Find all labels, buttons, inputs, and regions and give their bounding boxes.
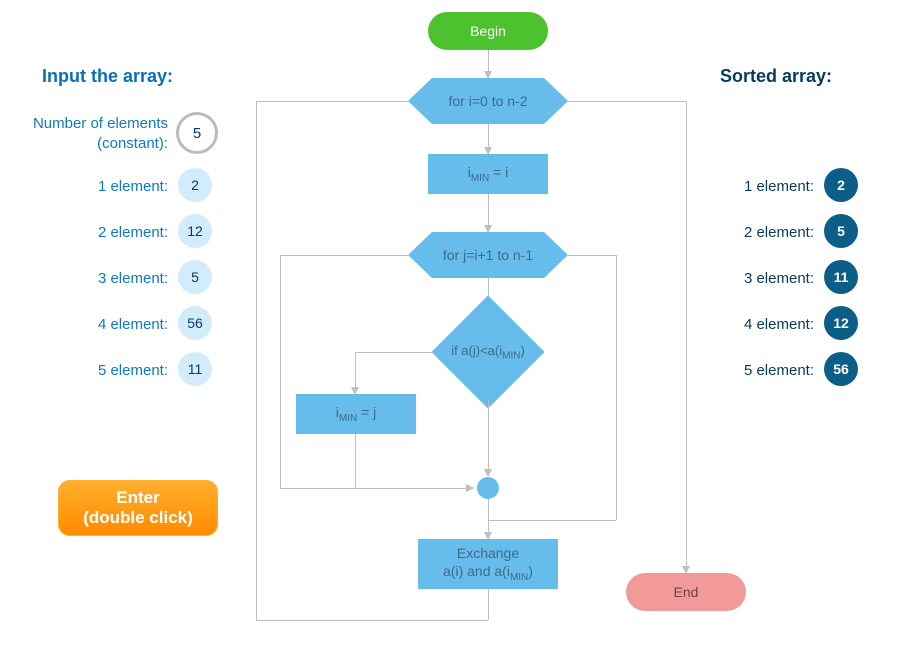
arrow-outer-to-init xyxy=(488,124,489,154)
edge-inner-back-h2 xyxy=(488,520,616,521)
init-min-label: iMIN = i xyxy=(468,164,509,184)
constant-label: Number of elements (constant): xyxy=(20,114,168,155)
edge-cond-true-v xyxy=(355,352,356,394)
input-value-3[interactable]: 5 xyxy=(178,260,212,294)
sorted-label-1: 1 element: xyxy=(716,178,814,195)
sorted-label-4: 4 element: xyxy=(716,316,814,333)
input-value-3-text: 5 xyxy=(191,269,199,285)
input-label-3: 3 element: xyxy=(70,270,168,287)
sorted-label-3: 3 element: xyxy=(716,270,814,287)
sorted-array-title: Sorted array: xyxy=(720,66,832,87)
outer-loop-node: for i=0 to n-2 xyxy=(408,78,568,124)
connector-node xyxy=(477,477,499,499)
update-min-label: iMIN = j xyxy=(336,404,377,424)
constant-value-text: 5 xyxy=(193,125,201,142)
init-min-node: iMIN = i xyxy=(428,154,548,194)
exchange-line1: Exchange xyxy=(457,544,519,562)
input-value-1-text: 2 xyxy=(191,177,199,193)
input-value-2[interactable]: 12 xyxy=(178,214,212,248)
input-value-4-text: 56 xyxy=(187,315,203,331)
enter-button-line1: Enter xyxy=(116,488,159,508)
update-min-node: iMIN = j xyxy=(296,394,416,434)
sorted-value-1-text: 2 xyxy=(837,177,845,193)
sorted-value-5-text: 56 xyxy=(833,361,849,377)
sorted-value-1: 2 xyxy=(824,168,858,202)
condition-label: if a(j)<a(iMIN) xyxy=(451,343,525,362)
sorted-value-3: 11 xyxy=(824,260,858,294)
inner-loop-label: for j=i+1 to n-1 xyxy=(443,247,533,263)
exchange-node: Exchange a(i) and a(iMIN) xyxy=(418,539,558,589)
sorted-value-3-text: 11 xyxy=(834,269,849,285)
end-label: End xyxy=(674,584,699,600)
exchange-line2: a(i) and a(iMIN) xyxy=(443,562,533,584)
input-label-5: 5 element: xyxy=(70,362,168,379)
edge-outer-back-h2 xyxy=(256,620,488,621)
input-value-5-text: 11 xyxy=(188,361,203,377)
enter-button-line2: (double click) xyxy=(83,508,193,528)
input-value-2-text: 12 xyxy=(187,223,203,239)
sorted-value-2-text: 5 xyxy=(837,223,845,239)
edge-inner-left-h xyxy=(280,255,408,256)
edge-cond-false xyxy=(488,400,489,476)
edge-inner-back-h1 xyxy=(568,255,616,256)
input-value-1[interactable]: 2 xyxy=(178,168,212,202)
edge-outer-end-v xyxy=(686,101,687,573)
sorted-label-2: 2 element: xyxy=(716,224,814,241)
begin-node: Begin xyxy=(428,12,548,50)
sorted-value-2: 5 xyxy=(824,214,858,248)
input-array-title: Input the array: xyxy=(42,66,173,87)
input-label-4: 4 element: xyxy=(70,316,168,333)
end-node: End xyxy=(626,573,746,611)
condition-node: if a(j)<a(iMIN) xyxy=(431,295,544,408)
edge-outer-back-v xyxy=(256,101,257,620)
sorted-value-5: 56 xyxy=(824,352,858,386)
arrow-connector-to-exchange xyxy=(488,499,489,539)
diagram-stage: Input the array: Number of elements (con… xyxy=(0,0,904,664)
edge-exchange-down xyxy=(488,589,489,620)
edge-cond-true-h xyxy=(355,352,433,353)
sorted-label-5: 5 element: xyxy=(716,362,814,379)
edge-inner-left-h2 xyxy=(280,488,473,489)
constant-value: 5 xyxy=(176,112,218,154)
input-value-5[interactable]: 11 xyxy=(178,352,212,386)
edge-outer-end-h xyxy=(568,101,686,102)
arrow-begin-to-outer xyxy=(488,50,489,78)
begin-label: Begin xyxy=(470,23,506,39)
edge-update-down xyxy=(355,434,356,488)
inner-loop-node: for j=i+1 to n-1 xyxy=(408,232,568,278)
input-label-2: 2 element: xyxy=(70,224,168,241)
enter-button[interactable]: Enter (double click) xyxy=(58,480,218,536)
edge-inner-back-v xyxy=(616,255,617,520)
outer-loop-label: for i=0 to n-2 xyxy=(449,93,528,109)
edge-inner-left-v xyxy=(280,255,281,488)
arrow-init-to-inner xyxy=(488,194,489,232)
sorted-value-4-text: 12 xyxy=(833,315,849,331)
edge-outer-back-h1 xyxy=(256,101,408,102)
input-label-1: 1 element: xyxy=(70,178,168,195)
input-value-4[interactable]: 56 xyxy=(178,306,212,340)
sorted-value-4: 12 xyxy=(824,306,858,340)
